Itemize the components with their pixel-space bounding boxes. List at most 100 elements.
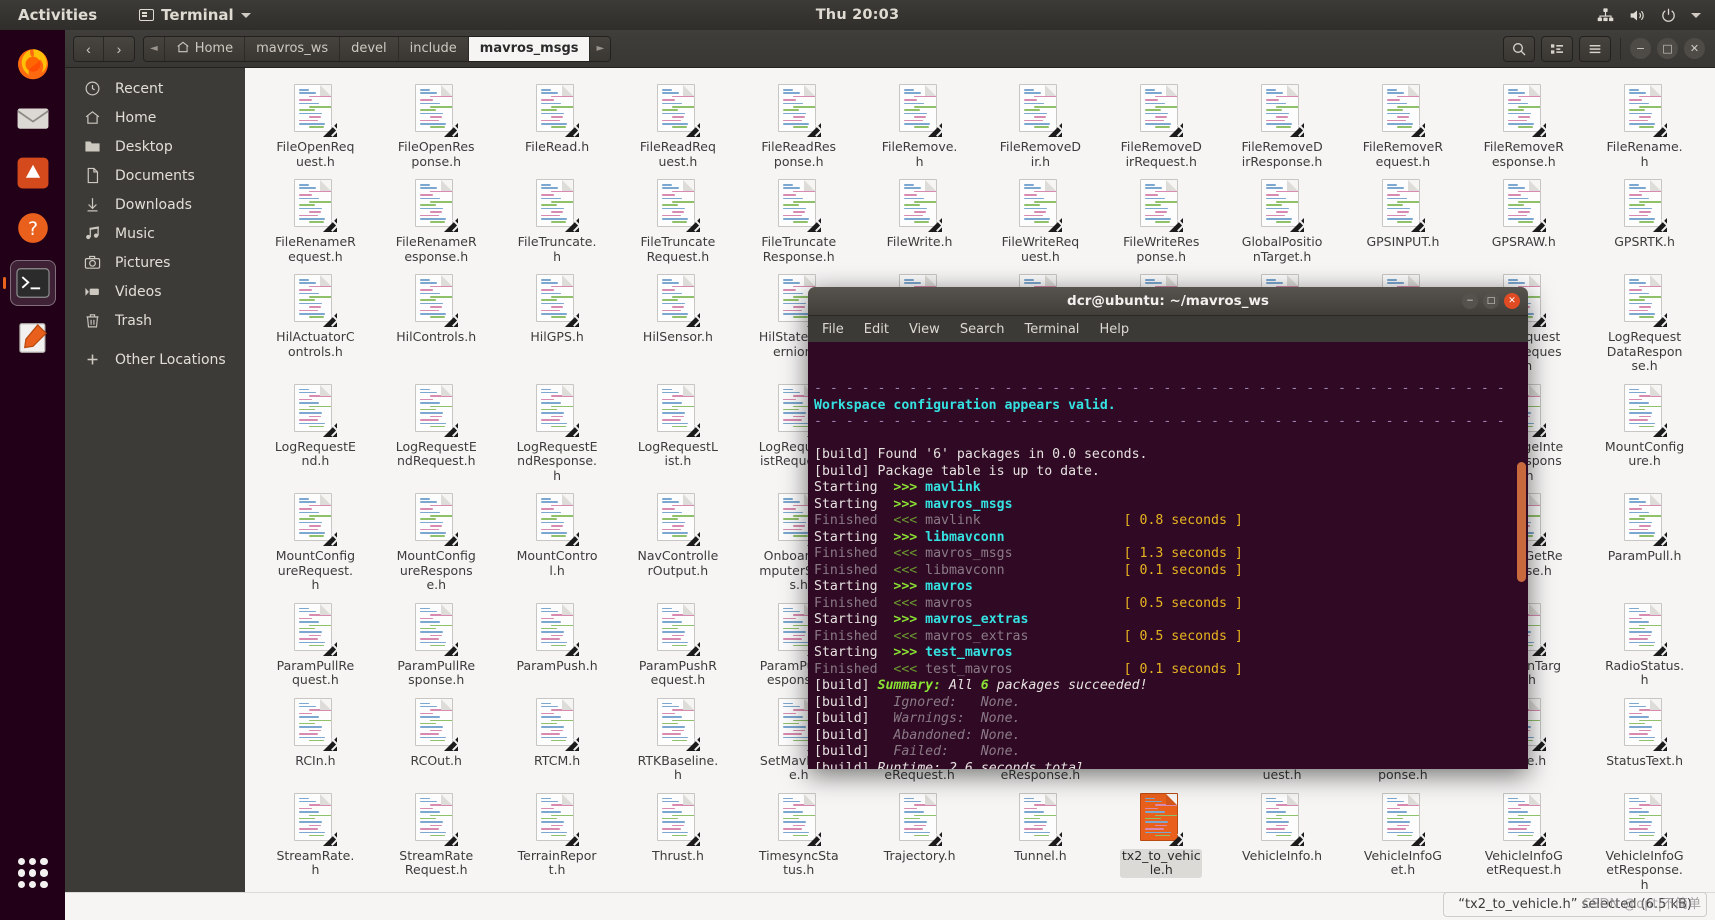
- file-item[interactable]: FileOpenRequest.h: [255, 78, 376, 173]
- file-item[interactable]: MountControl.h: [497, 487, 618, 597]
- file-item[interactable]: ParamPull.h: [1584, 487, 1705, 597]
- dock-item-terminal[interactable]: [2, 260, 56, 306]
- close-button[interactable]: ✕: [1684, 38, 1705, 59]
- file-item[interactable]: StreamRateRequest.h: [376, 787, 497, 897]
- file-item[interactable]: FileRemoveRequest.h: [1343, 78, 1464, 173]
- dock-item-help[interactable]: ?: [10, 205, 56, 251]
- file-item[interactable]: HilControls.h: [376, 268, 497, 378]
- file-item[interactable]: VehicleInfoGetRequest.h: [1463, 787, 1584, 897]
- terminal-scrollbar[interactable]: [1517, 462, 1526, 582]
- file-item[interactable]: VehicleInfoGet.h: [1343, 787, 1464, 897]
- sidebar-item-desktop[interactable]: Desktop: [65, 132, 245, 161]
- file-item[interactable]: GPSINPUT.h: [1343, 173, 1464, 268]
- terminal-menu-edit[interactable]: Edit: [864, 322, 889, 337]
- sidebar-item-music[interactable]: Music: [65, 219, 245, 248]
- file-item[interactable]: FileReadRequest.h: [618, 78, 739, 173]
- file-item[interactable]: GPSRTK.h: [1584, 173, 1705, 268]
- file-item[interactable]: GPSRAW.h: [1463, 173, 1584, 268]
- search-icon[interactable]: [1503, 35, 1535, 62]
- clock[interactable]: Thu 20:03: [0, 7, 1715, 23]
- file-item[interactable]: FileWrite.h: [859, 173, 980, 268]
- file-item[interactable]: MountConfigureRequest.h: [255, 487, 376, 597]
- file-item[interactable]: StatusText.h: [1584, 692, 1705, 787]
- file-item[interactable]: ParamPush.h: [497, 597, 618, 692]
- file-item[interactable]: FileReadResponse.h: [738, 78, 859, 173]
- file-item[interactable]: RCOut.h: [376, 692, 497, 787]
- file-item[interactable]: LogRequestEndRequest.h: [376, 378, 497, 488]
- minimize-button[interactable]: −: [1630, 38, 1651, 59]
- file-item[interactable]: RTKBaseline.h: [618, 692, 739, 787]
- file-item[interactable]: MountConfigure.h: [1584, 378, 1705, 488]
- system-status-area[interactable]: [1597, 7, 1701, 24]
- network-icon[interactable]: [1597, 7, 1614, 24]
- file-item[interactable]: Tunnel.h: [980, 787, 1101, 897]
- file-item[interactable]: LogRequestDataResponse.h: [1584, 268, 1705, 378]
- file-item[interactable]: FileTruncateResponse.h: [738, 173, 859, 268]
- terminal-output[interactable]: - - - - - - - - - - - - - - - - - - - - …: [808, 342, 1528, 769]
- sidebar-item-other-locations[interactable]: Other Locations: [65, 345, 245, 374]
- file-item[interactable]: HilGPS.h: [497, 268, 618, 378]
- file-item[interactable]: FileWriteRequest.h: [980, 173, 1101, 268]
- file-item[interactable]: FileRemoveResponse.h: [1463, 78, 1584, 173]
- sidebar-item-documents[interactable]: Documents: [65, 161, 245, 190]
- file-item[interactable]: LogRequestEnd.h: [255, 378, 376, 488]
- file-item[interactable]: FileRemoveDirRequest.h: [1101, 78, 1222, 173]
- file-item[interactable]: FileRenameRequest.h: [255, 173, 376, 268]
- terminal-minimize-button[interactable]: −: [1462, 293, 1478, 309]
- file-item[interactable]: GlobalPositionTarget.h: [1222, 173, 1343, 268]
- file-item[interactable]: VehicleInfo.h: [1222, 787, 1343, 897]
- file-item[interactable]: NavControllerOutput.h: [618, 487, 739, 597]
- dock-item-thunderbird[interactable]: [10, 95, 56, 141]
- terminal-close-button[interactable]: ✕: [1504, 293, 1520, 309]
- sidebar-item-trash[interactable]: Trash: [65, 306, 245, 335]
- file-item[interactable]: FileTruncateRequest.h: [618, 173, 739, 268]
- terminal-menu-view[interactable]: View: [909, 322, 940, 337]
- file-item[interactable]: HilSensor.h: [618, 268, 739, 378]
- back-button[interactable]: ‹: [74, 36, 104, 61]
- file-item[interactable]: FileWriteResponse.h: [1101, 173, 1222, 268]
- file-item[interactable]: FileRemoveDirResponse.h: [1222, 78, 1343, 173]
- breadcrumb-item-include[interactable]: include: [398, 36, 469, 61]
- breadcrumb-item-home[interactable]: Home: [164, 36, 246, 61]
- file-item[interactable]: LogRequestList.h: [618, 378, 739, 488]
- file-item[interactable]: FileRename.h: [1584, 78, 1705, 173]
- hamburger-menu-icon[interactable]: [1579, 35, 1611, 62]
- sidebar-item-videos[interactable]: Videos: [65, 277, 245, 306]
- sidebar-item-downloads[interactable]: Downloads: [65, 190, 245, 219]
- file-item[interactable]: ParamPushRequest.h: [618, 597, 739, 692]
- breadcrumb-item-mavros_msgs[interactable]: mavros_msgs: [468, 36, 591, 61]
- file-item[interactable]: MountConfigureResponse.h: [376, 487, 497, 597]
- file-item[interactable]: LogRequestEndResponse.h: [497, 378, 618, 488]
- file-item[interactable]: FileTruncate.h: [497, 173, 618, 268]
- file-item[interactable]: FileOpenResponse.h: [376, 78, 497, 173]
- dock-item-text-editor[interactable]: [10, 315, 56, 361]
- dock-item-firefox[interactable]: [10, 40, 56, 86]
- file-item[interactable]: HilActuatorControls.h: [255, 268, 376, 378]
- maximize-button[interactable]: □: [1657, 38, 1678, 59]
- terminal-menu-terminal[interactable]: Terminal: [1024, 322, 1079, 337]
- file-item[interactable]: Thrust.h: [618, 787, 739, 897]
- file-item[interactable]: Trajectory.h: [859, 787, 980, 897]
- terminal-menu-search[interactable]: Search: [960, 322, 1005, 337]
- file-item[interactable]: TimesyncStatus.h: [738, 787, 859, 897]
- terminal-maximize-button[interactable]: □: [1483, 293, 1499, 309]
- file-item[interactable]: FileRenameResponse.h: [376, 173, 497, 268]
- file-item[interactable]: FileRemoveDir.h: [980, 78, 1101, 173]
- file-item-selected[interactable]: tx2_to_vehicle.h: [1101, 787, 1222, 897]
- show-applications-button[interactable]: [10, 850, 56, 896]
- breadcrumb-scroll-right[interactable]: ►: [590, 36, 611, 61]
- file-item[interactable]: TerrainReport.h: [497, 787, 618, 897]
- breadcrumb-item-devel[interactable]: devel: [340, 36, 399, 61]
- sidebar-item-pictures[interactable]: Pictures: [65, 248, 245, 277]
- breadcrumb-item-mavros_ws[interactable]: mavros_ws: [245, 36, 341, 61]
- sidebar-item-home[interactable]: Home: [65, 103, 245, 132]
- chevron-down-icon[interactable]: [1691, 12, 1701, 18]
- file-item[interactable]: StreamRate.h: [255, 787, 376, 897]
- terminal-menu-file[interactable]: File: [822, 322, 844, 337]
- file-item[interactable]: RadioStatus.h: [1584, 597, 1705, 692]
- file-item[interactable]: VehicleInfoGetResponse.h: [1584, 787, 1705, 897]
- file-item[interactable]: FileRead.h: [497, 78, 618, 173]
- terminal-menu-help[interactable]: Help: [1099, 322, 1129, 337]
- terminal-title-bar[interactable]: dcr@ubuntu: ~/mavros_ws − □ ✕: [808, 287, 1528, 316]
- terminal-window[interactable]: dcr@ubuntu: ~/mavros_ws − □ ✕ File Edit Vi…: [808, 287, 1528, 769]
